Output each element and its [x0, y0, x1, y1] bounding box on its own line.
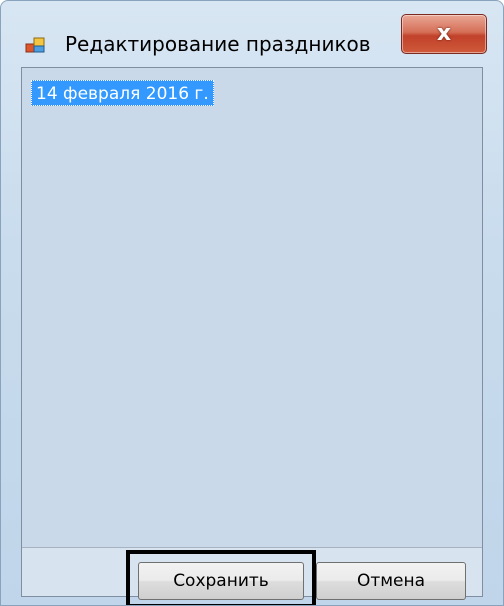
- client-area: 14 февраля 2016 г. Сохранить Отмена: [21, 67, 483, 605]
- holiday-list[interactable]: 14 февраля 2016 г.: [22, 68, 482, 548]
- title-bar[interactable]: Редактирование праздников x: [1, 1, 503, 65]
- dialog-window: Редактирование праздников x 14 февраля 2…: [0, 0, 504, 606]
- list-item[interactable]: 14 февраля 2016 г.: [31, 80, 214, 106]
- close-button[interactable]: x: [401, 14, 487, 54]
- window-title: Редактирование праздников: [65, 32, 371, 56]
- app-window-icon: [25, 35, 45, 55]
- close-icon: x: [436, 21, 452, 46]
- save-button-highlight-frame: [126, 550, 316, 605]
- button-bar: Сохранить Отмена: [22, 548, 482, 605]
- cancel-button[interactable]: Отмена: [316, 562, 466, 600]
